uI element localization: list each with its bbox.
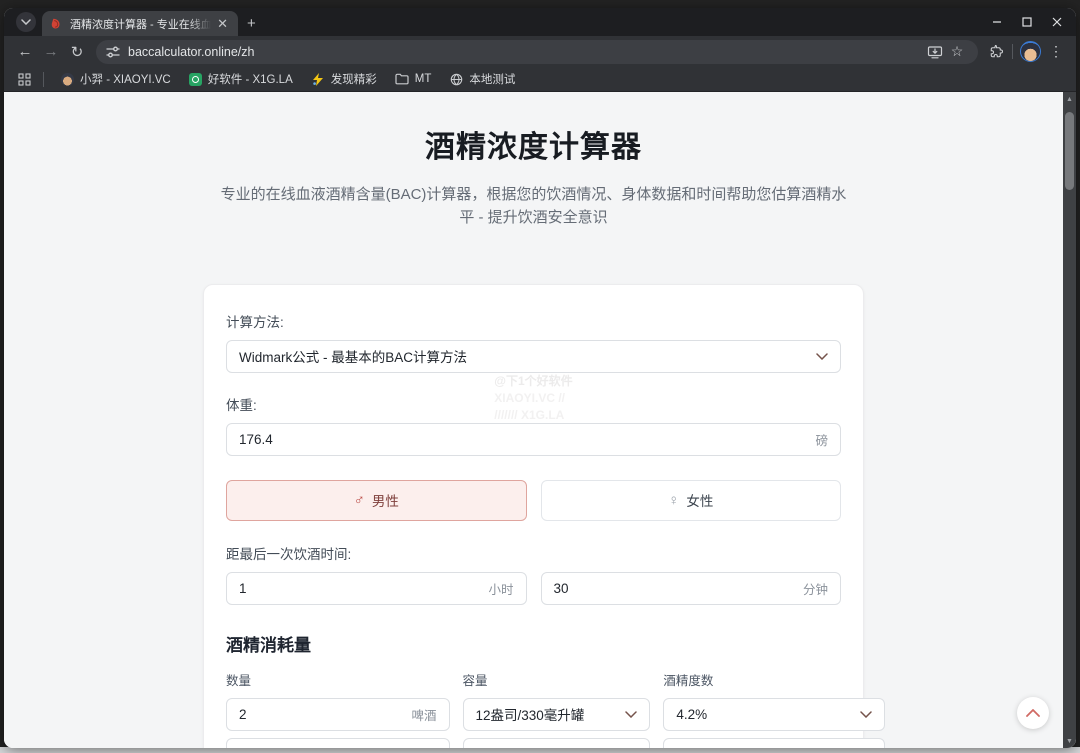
apps-grid-button[interactable] — [16, 71, 33, 88]
method-group: 计算方法: Widmark公式 - 最基本的BAC计算方法 — [226, 311, 841, 373]
tab-title: 酒精浓度计算器 - 专业在线血液 — [70, 18, 215, 31]
window-controls — [982, 8, 1072, 36]
consumption-grid: 数量 容量 酒精度数 啤酒 12盎司/330毫升罐 4.2% — [226, 670, 886, 749]
address-bar[interactable]: baccalculator.online/zh ☆ — [96, 39, 978, 64]
col-header-qty: 数量 — [226, 673, 252, 688]
minimize-button[interactable] — [982, 9, 1012, 35]
page-title: 酒精浓度计算器 — [425, 131, 642, 164]
desktop: { "browser": { "tab_title": "酒精浓度计算器 - 专… — [0, 0, 1080, 753]
install-app-icon[interactable] — [924, 45, 946, 59]
spark-icon — [311, 72, 325, 86]
calculator-card: @下1个好软件 XIAOYI.VC // /////// X1G.LA 计算方法… — [203, 283, 886, 749]
chevron-down-icon — [625, 710, 638, 718]
bookmark-mt-folder[interactable]: MT — [389, 70, 438, 88]
abv-select-wine[interactable]: 6% — [663, 737, 886, 748]
site-settings-tune-icon[interactable] — [106, 45, 120, 59]
bookmarks-divider — [43, 71, 44, 87]
site-favicon-icon — [51, 18, 60, 28]
bookmark-label: 本地测试 — [469, 74, 516, 86]
tab-search-button[interactable] — [16, 12, 36, 32]
tab-close-button[interactable]: ✕ — [214, 15, 231, 32]
green-app-icon — [188, 72, 202, 86]
tab-strip: 酒精浓度计算器 - 专业在线血液 ✕ + — [4, 8, 1076, 36]
method-label: 计算方法: — [226, 314, 284, 330]
scroll-to-top-button[interactable] — [1017, 697, 1049, 729]
page-viewport: ▲ ▼ 酒精浓度计算器 专业的在线血液酒精含量(BAC)计算器，根据您的饮酒情况… — [4, 92, 1076, 748]
gender-male-button[interactable]: ♂ 男性 — [226, 479, 527, 521]
hours-field: 小时 — [226, 571, 527, 605]
bookmark-discover[interactable]: 发现精彩 — [305, 69, 383, 89]
qty-field-wine: 葡萄酒 — [226, 737, 450, 749]
chevron-up-icon — [1026, 709, 1040, 717]
minutes-input[interactable] — [553, 580, 795, 596]
volume-select-beer[interactable]: 12盎司/330毫升罐 — [462, 697, 651, 731]
male-label: 男性 — [371, 494, 399, 509]
bookmark-label: 小羿 - XIAOYI.VC — [80, 74, 171, 86]
weight-unit: 磅 — [815, 433, 828, 448]
chevron-down-icon — [816, 352, 828, 360]
profile-avatar[interactable] — [1020, 41, 1041, 62]
browser-menu-button[interactable]: ⋮ — [1044, 40, 1068, 64]
folder-icon — [395, 72, 409, 86]
minutes-unit: 分钟 — [802, 582, 828, 597]
browser-toolbar: ← → ↻ baccalculator.online/zh ☆ ⋮ — [4, 36, 1076, 67]
bookmark-label: 发现精彩 — [330, 74, 377, 86]
method-select[interactable]: Widmark公式 - 最基本的BAC计算方法 — [226, 339, 841, 373]
scrollbar-down-arrow[interactable]: ▼ — [1063, 734, 1076, 748]
bookmark-x1g[interactable]: 好软件 - X1G.LA — [183, 69, 299, 89]
close-button[interactable] — [1042, 9, 1072, 35]
hours-input[interactable] — [239, 580, 481, 596]
bookmark-star-icon[interactable]: ☆ — [946, 43, 968, 60]
back-button[interactable]: ← — [12, 39, 38, 65]
forward-button[interactable]: → — [38, 39, 64, 65]
volume-select-wine[interactable]: 8盎司/250毫升杯（大） — [462, 737, 651, 748]
weight-field: 磅 — [226, 422, 841, 456]
col-header-abv: 酒精度数 — [663, 673, 714, 688]
method-selected-value: Widmark公式 - 最基本的BAC计算方法 — [239, 350, 468, 365]
abv-select-beer[interactable]: 4.2% — [663, 697, 886, 731]
male-icon: ♂ — [353, 491, 365, 509]
consumption-title: 酒精消耗量 — [226, 635, 311, 655]
bookmark-localtest[interactable]: 本地测试 — [443, 69, 521, 89]
browser-window: 酒精浓度计算器 - 专业在线血液 ✕ + ← → ↻ baccalculator… — [4, 8, 1076, 748]
weight-group: 体重: 磅 — [226, 394, 841, 456]
scrollbar-thumb[interactable] — [1065, 112, 1074, 190]
time-label: 距最后一次饮酒时间: — [226, 546, 352, 562]
scrollbar-up-arrow[interactable]: ▲ — [1066, 92, 1073, 106]
female-label: 女性 — [686, 494, 714, 509]
female-icon: ♀ — [668, 491, 680, 509]
active-tab[interactable]: 酒精浓度计算器 - 专业在线血液 ✕ — [42, 11, 238, 36]
reload-button[interactable]: ↻ — [64, 39, 90, 65]
bookmark-label: 好软件 - X1G.LA — [207, 74, 293, 86]
bookmark-xiaoyi[interactable]: 小羿 - XIAOYI.VC — [54, 69, 177, 89]
drink-type-label: 葡萄酒 — [399, 745, 437, 749]
maximize-button[interactable] — [1012, 9, 1042, 35]
extensions-puzzle-icon[interactable] — [984, 40, 1008, 64]
globe-icon — [449, 72, 463, 86]
bookmark-label: MT — [414, 73, 432, 85]
gender-group: ♂ 男性 ♀ 女性 — [226, 479, 841, 521]
col-header-volume: 容量 — [462, 673, 488, 688]
avatar-icon — [60, 72, 74, 86]
page-scrollbar[interactable]: ▲ ▼ — [1063, 92, 1076, 748]
qty-field-beer: 啤酒 — [226, 697, 450, 731]
page-subtitle: 专业的在线血液酒精含量(BAC)计算器，根据您的饮酒情况、身体数据和时间帮助您估… — [220, 186, 847, 227]
chevron-down-icon — [860, 710, 873, 718]
toolbar-divider — [1012, 44, 1013, 59]
minutes-field: 分钟 — [540, 571, 841, 605]
url-text[interactable]: baccalculator.online/zh — [128, 45, 254, 59]
gender-female-button[interactable]: ♀ 女性 — [540, 479, 841, 521]
bookmarks-bar: 小羿 - XIAOYI.VC 好软件 - X1G.LA 发现精彩 MT 本地测试 — [4, 67, 1076, 92]
weight-input[interactable] — [239, 431, 808, 447]
apps-grid-icon — [18, 72, 31, 86]
qty-input-wine[interactable] — [239, 746, 391, 748]
weight-label: 体重: — [226, 397, 257, 413]
chevron-down-icon — [21, 19, 31, 25]
drink-type-label: 啤酒 — [411, 708, 437, 723]
hours-unit: 小时 — [488, 582, 514, 597]
qty-input-beer[interactable] — [239, 706, 404, 722]
time-group: 距最后一次饮酒时间: 小时 分钟 — [226, 543, 841, 605]
new-tab-button[interactable]: + — [238, 15, 265, 36]
